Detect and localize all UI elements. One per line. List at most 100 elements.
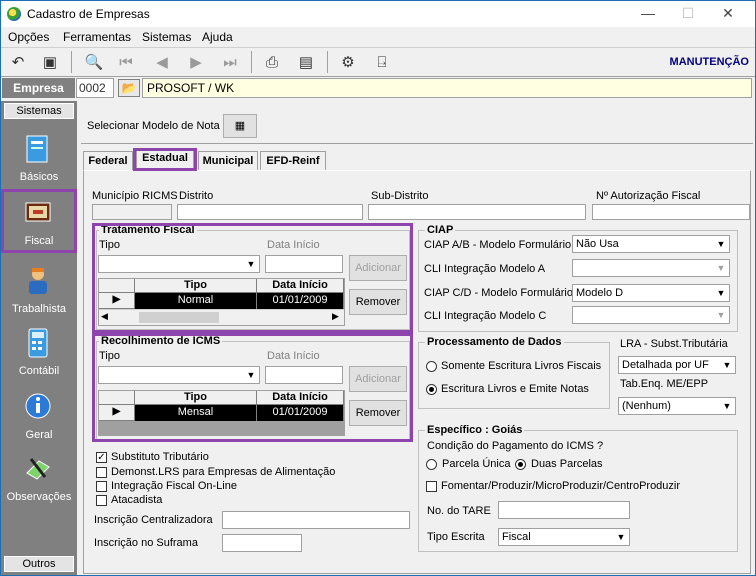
modelo-label: Selecionar Modelo de Nota <box>87 120 220 132</box>
municipio-ricms-field[interactable] <box>92 204 172 220</box>
inscricao-centralizadora-field[interactable] <box>222 511 410 529</box>
chevron-down-icon[interactable]: ▼ <box>714 286 728 300</box>
notebook-icon: ▦ <box>234 120 246 132</box>
autorizacao-field[interactable] <box>592 204 750 220</box>
divider <box>81 143 753 144</box>
toolbar-separator <box>251 51 252 73</box>
tab-municipal[interactable]: Municipal <box>198 151 258 170</box>
book-icon <box>23 133 53 165</box>
inscricao-centralizadora-label: Inscrição Centralizadora <box>94 514 213 526</box>
notepad-pen-icon <box>23 453 53 485</box>
print-setup-icon[interactable]: ▤ <box>295 52 317 74</box>
sidebar-item-label: Trabalhista <box>11 303 66 315</box>
sidebar-item-geral[interactable]: Geral <box>1 391 77 453</box>
last-record-icon[interactable]: ⏭ <box>219 52 241 74</box>
tab-efd-reinf[interactable]: EFD-Reinf <box>260 151 326 170</box>
empresa-label: Empresa <box>2 78 75 98</box>
main-window: Cadastro de Empresas — ☐ ✕ Opções Ferram… <box>0 0 756 576</box>
cli-a-select[interactable]: ▼ <box>572 259 730 277</box>
select-value: Não Usa <box>576 238 619 250</box>
processamento-title: Processamento de Dados <box>425 336 564 348</box>
atacadista-checkbox[interactable] <box>96 495 107 506</box>
substituto-checkbox[interactable]: ✓ <box>96 452 107 463</box>
calculator-icon <box>23 327 53 359</box>
substituto-label: Substituto Tributário <box>111 451 209 463</box>
ciap-ab-label: CIAP A/B - Modelo Formulário <box>424 239 572 251</box>
close-button[interactable]: ✕ <box>713 4 743 22</box>
sidebar-item-contabil[interactable]: Contábil <box>1 327 77 389</box>
escritura-radio[interactable] <box>426 384 437 395</box>
menu-ajuda[interactable]: Ajuda <box>202 30 233 44</box>
tabenq-select[interactable]: (Nenhum) ▼ <box>618 397 736 415</box>
next-record-icon[interactable]: ▶ <box>185 52 207 74</box>
tare-field[interactable] <box>498 501 630 519</box>
sidebar-item-observacoes[interactable]: Observações <box>1 453 77 515</box>
sidebar-item-basicos[interactable]: Básicos <box>1 133 77 195</box>
app-icon <box>7 7 21 21</box>
sidebar-item-label: Observações <box>6 491 72 503</box>
chevron-down-icon[interactable]: ▼ <box>714 261 728 275</box>
highlight-box <box>92 223 413 333</box>
parcela-unica-label: Parcela Única <box>442 458 511 470</box>
ciap-cd-label: CIAP C/D - Modelo Formulário <box>424 287 573 299</box>
highlight-box <box>92 333 413 442</box>
toolbar-separator <box>327 51 328 73</box>
duas-parcelas-label: Duas Parcelas <box>531 458 603 470</box>
tabenq-label: Tab.Enq. ME/EPP <box>620 378 709 390</box>
exit-door-icon[interactable]: ⍈ <box>371 52 393 74</box>
sidebar-header[interactable]: Sistemas <box>4 103 74 119</box>
select-value: Detalhada por UF <box>622 359 709 371</box>
inscricao-suframa-label: Inscrição no Suframa <box>94 537 198 549</box>
maximize-button[interactable]: ☐ <box>673 4 703 22</box>
toolbar-separator <box>71 51 72 73</box>
fomentar-label: Fomentar/Produzir/MicroProduzir/CentroPr… <box>441 480 681 492</box>
fomentar-checkbox[interactable] <box>426 481 437 492</box>
cli-c-select[interactable]: ▼ <box>572 306 730 324</box>
integracao-checkbox[interactable] <box>96 481 107 492</box>
menu-ferramentas[interactable]: Ferramentas <box>63 30 131 44</box>
lra-label: LRA - Subst.Tributária <box>620 338 728 350</box>
escritura-label: Escritura Livros e Emite Notas <box>441 383 589 395</box>
first-record-icon[interactable]: ⏮ <box>115 52 137 74</box>
tools-icon[interactable]: ⚙ <box>337 52 359 74</box>
ciap-ab-select[interactable]: Não Usa ▼ <box>572 235 730 253</box>
tare-label: No. do TARE <box>427 505 491 517</box>
parcela-unica-radio[interactable] <box>426 459 437 470</box>
sub-distrito-field[interactable] <box>368 204 586 220</box>
chevron-down-icon[interactable]: ▼ <box>714 308 728 322</box>
distrito-field[interactable] <box>177 204 363 220</box>
ciap-title: CIAP <box>425 224 456 236</box>
select-modelo-button[interactable]: ▦ <box>223 114 257 138</box>
save-icon[interactable]: ▣ <box>39 52 61 74</box>
minimize-button[interactable]: — <box>633 4 663 22</box>
chevron-down-icon[interactable]: ▼ <box>714 237 728 251</box>
preview-icon[interactable]: 🔍 <box>83 52 105 74</box>
sidebar-item-label: Geral <box>25 429 53 441</box>
demonst-checkbox[interactable] <box>96 467 107 478</box>
somente-radio[interactable] <box>426 361 437 372</box>
print-icon[interactable]: ⎙ <box>261 52 283 74</box>
empresa-code[interactable]: 0002 <box>76 78 114 98</box>
empresa-name: PROSOFT / WK <box>142 78 752 98</box>
duas-parcelas-radio[interactable] <box>515 459 526 470</box>
cli-c-label: CLI Integração Modelo C <box>424 310 547 322</box>
ciap-cd-select[interactable]: Modelo D ▼ <box>572 284 730 302</box>
inscricao-suframa-field[interactable] <box>222 534 302 552</box>
mode-label: MANUTENÇÃO <box>669 56 749 68</box>
tab-federal[interactable]: Federal <box>83 151 133 170</box>
tipo-escrita-select[interactable]: Fiscal ▼ <box>498 528 630 546</box>
undo-icon[interactable]: ↶ <box>7 52 29 74</box>
sidebar-item-label: Contábil <box>18 365 60 377</box>
somente-label: Somente Escritura Livros Fiscais <box>441 360 602 372</box>
chevron-down-icon[interactable]: ▼ <box>720 358 734 372</box>
menu-opcoes[interactable]: Opções <box>8 30 49 44</box>
chevron-down-icon[interactable]: ▼ <box>720 399 734 413</box>
menu-sistemas[interactable]: Sistemas <box>142 30 191 44</box>
distrito-label: Distrito <box>179 190 214 202</box>
chevron-down-icon[interactable]: ▼ <box>614 530 628 544</box>
previous-record-icon[interactable]: ◀ <box>151 52 173 74</box>
sidebar-item-trabalhista[interactable]: Trabalhista <box>1 265 77 327</box>
open-folder-icon[interactable]: 📂 <box>118 79 140 97</box>
sidebar-footer[interactable]: Outros <box>4 556 74 572</box>
lra-select[interactable]: Detalhada por UF ▼ <box>618 356 736 374</box>
